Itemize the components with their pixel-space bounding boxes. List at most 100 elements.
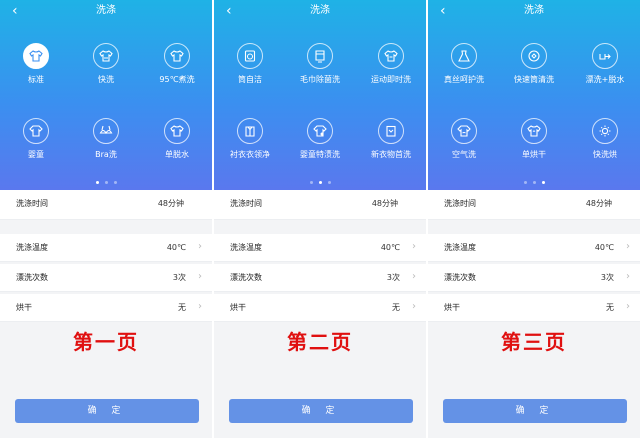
setting-value: 无	[606, 303, 614, 312]
confirm-button[interactable]: 确 定	[229, 399, 413, 423]
mode-label: 新衣物首洗	[371, 150, 411, 159]
shirt-collar-icon	[237, 118, 263, 144]
setting-row-temperature[interactable]: 洗涤温度 40℃ ›	[428, 234, 640, 262]
tshirt-icon	[164, 43, 190, 69]
towel-icon	[307, 43, 333, 69]
page-dot	[113, 181, 117, 184]
phone-screen-page-2: ‹ 洗涤 筒自洁 毛巾除菌洗 运动即时洗 衬衣衣领净 婴童特渍洗 新衣物首洗 洗…	[214, 0, 426, 438]
chevron-right-icon: ›	[198, 241, 202, 252]
setting-row-dry[interactable]: 烘干 无 ›	[428, 294, 640, 322]
sport-shirt-icon	[378, 43, 404, 69]
mode-label: 单脱水	[165, 150, 189, 159]
drum-clean-icon	[237, 43, 263, 69]
rinse-spin-icon	[592, 43, 618, 69]
mode-option-silk[interactable]: 真丝呵护洗	[429, 43, 499, 103]
page-dot	[523, 181, 527, 184]
page-dot	[309, 181, 313, 184]
page-indicator	[214, 181, 426, 185]
quick-wash-icon	[93, 43, 119, 69]
mode-label: 漂洗+脱水	[585, 75, 625, 84]
bra-icon	[93, 118, 119, 144]
mode-option-fast-drum[interactable]: 快速筒清洗	[499, 43, 569, 103]
mode-label: 快洗烘	[593, 150, 617, 159]
screen-title: 洗涤	[310, 5, 330, 16]
setting-value: 无	[392, 303, 400, 312]
mode-option-dry-only[interactable]: 单烘干	[499, 118, 569, 178]
mode-option-drum-clean[interactable]: 筒自洁	[215, 43, 285, 103]
setting-label: 洗涤温度	[16, 243, 48, 252]
mode-label: 毛巾除菌洗	[300, 75, 340, 84]
chevron-right-icon: ›	[626, 241, 630, 252]
setting-label: 洗涤时间	[16, 199, 48, 208]
mode-option-shirt-collar[interactable]: 衬衣衣领净	[215, 118, 285, 178]
mode-label: 婴童	[28, 150, 44, 159]
confirm-button[interactable]: 确 定	[443, 399, 627, 423]
page-dot-active	[318, 181, 322, 184]
mode-selector-header: ‹ 洗涤 标准 快洗 95℃煮洗 婴童 Bra洗 单脱水	[0, 0, 212, 190]
chevron-right-icon: ›	[412, 271, 416, 282]
tshirt-icon	[23, 43, 49, 69]
mode-label: 标准	[28, 75, 44, 84]
screen-title: 洗涤	[524, 5, 544, 16]
chevron-right-icon: ›	[412, 241, 416, 252]
setting-value: 3次	[386, 273, 400, 282]
setting-row-rinse-count[interactable]: 漂洗次数 3次 ›	[0, 264, 212, 292]
setting-row-dry[interactable]: 烘干 无 ›	[214, 294, 426, 322]
mode-option-sport[interactable]: 运动即时洗	[356, 43, 426, 103]
mode-label: 筒自洁	[238, 75, 262, 84]
setting-value: 48分钟	[585, 199, 612, 208]
setting-label: 漂洗次数	[444, 273, 476, 282]
mode-label: 婴童特渍洗	[300, 150, 340, 159]
dress-icon	[451, 43, 477, 69]
mode-label: 运动即时洗	[371, 75, 411, 84]
setting-label: 洗涤时间	[230, 199, 262, 208]
confirm-button[interactable]: 确 定	[15, 399, 199, 423]
setting-row-rinse-count[interactable]: 漂洗次数 3次 ›	[214, 264, 426, 292]
page-indicator	[428, 181, 640, 185]
setting-row-rinse-count[interactable]: 漂洗次数 3次 ›	[428, 264, 640, 292]
setting-label: 烘干	[444, 303, 460, 312]
setting-label: 烘干	[230, 303, 246, 312]
mode-option-standard[interactable]: 标准	[1, 43, 71, 103]
chevron-right-icon: ›	[626, 301, 630, 312]
mode-label: 快速筒清洗	[514, 75, 554, 84]
setting-row-wash-time: 洗涤时间 48分钟	[428, 190, 640, 220]
baby-clothes-icon	[23, 118, 49, 144]
mode-label: 空气洗	[452, 150, 476, 159]
mode-option-quick-wash-dry[interactable]: 快洗烘	[570, 118, 640, 178]
setting-label: 洗涤温度	[230, 243, 262, 252]
sun-icon	[592, 118, 618, 144]
mode-label: 单烘干	[522, 150, 546, 159]
mode-label: 真丝呵护洗	[444, 75, 484, 84]
mode-option-rinse-spin[interactable]: 漂洗+脱水	[570, 43, 640, 103]
setting-label: 漂洗次数	[16, 273, 48, 282]
drum-fast-icon	[521, 43, 547, 69]
mode-option-spin[interactable]: 单脱水	[142, 118, 212, 178]
mode-option-new-clothes[interactable]: 新衣物首洗	[356, 118, 426, 178]
mode-option-air-wash[interactable]: 空气洗	[429, 118, 499, 178]
mode-option-baby-stain[interactable]: 婴童特渍洗	[285, 118, 355, 178]
chevron-right-icon: ›	[412, 301, 416, 312]
page-dot	[104, 181, 108, 184]
mode-option-towel[interactable]: 毛巾除菌洗	[285, 43, 355, 103]
phone-screen-page-3: ‹ 洗涤 真丝呵护洗 快速筒清洗 漂洗+脱水 空气洗 单烘干 快洗烘 洗涤时间 …	[428, 0, 640, 438]
setting-row-temperature[interactable]: 洗涤温度 40℃ ›	[0, 234, 212, 262]
setting-label: 洗涤时间	[444, 199, 476, 208]
setting-value: 3次	[172, 273, 186, 282]
setting-label: 漂洗次数	[230, 273, 262, 282]
chevron-right-icon: ›	[198, 301, 202, 312]
setting-value: 48分钟	[157, 199, 184, 208]
mode-option-quick[interactable]: 快洗	[71, 43, 141, 103]
setting-row-temperature[interactable]: 洗涤温度 40℃ ›	[214, 234, 426, 262]
page-label: 第二页	[287, 330, 353, 354]
mode-option-bra[interactable]: Bra洗	[71, 118, 141, 178]
dry-icon	[521, 118, 547, 144]
setting-value: 40℃	[380, 243, 400, 252]
setting-row-dry[interactable]: 烘干 无 ›	[0, 294, 212, 322]
mode-option-baby[interactable]: 婴童	[1, 118, 71, 178]
screen-title: 洗涤	[96, 5, 116, 16]
page-indicator	[0, 181, 212, 185]
setting-value: 3次	[600, 273, 614, 282]
mode-option-boil[interactable]: 95℃煮洗	[142, 43, 212, 103]
setting-value: 40℃	[594, 243, 614, 252]
